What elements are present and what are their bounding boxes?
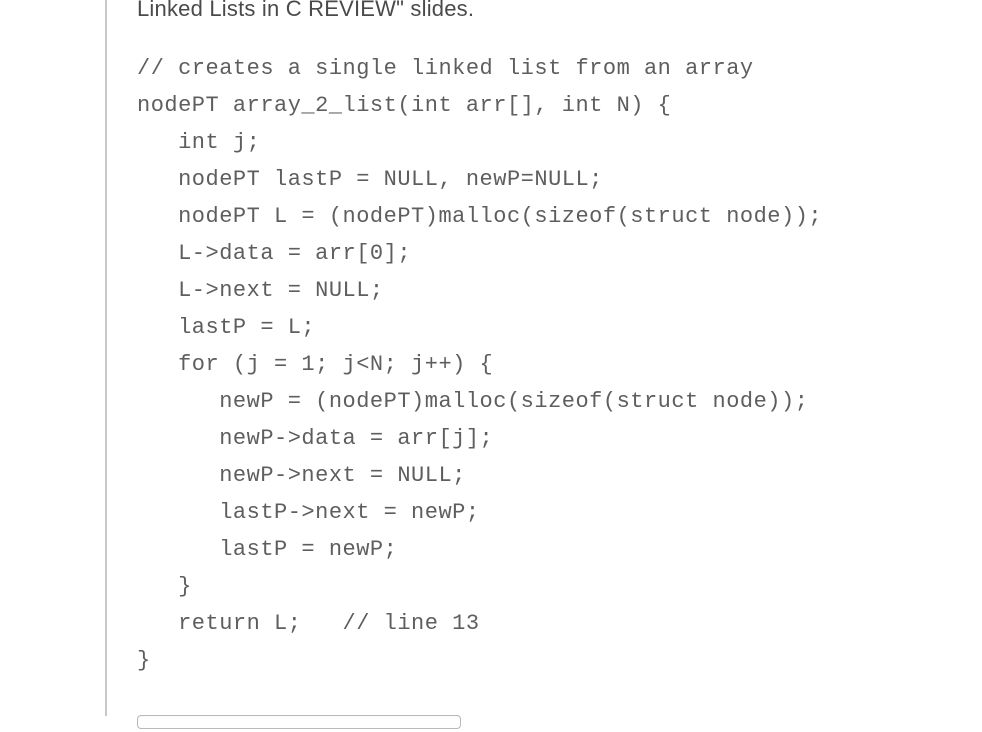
answer-input[interactable] [137,715,461,729]
left-margin-rail [0,0,107,716]
code-block: // creates a single linked list from an … [137,50,982,679]
content-area: Linked Lists in C REVIEW" slides. // cre… [107,0,982,716]
context-text: Linked Lists in C REVIEW" slides. [137,0,982,22]
page-container: Linked Lists in C REVIEW" slides. // cre… [0,0,982,716]
